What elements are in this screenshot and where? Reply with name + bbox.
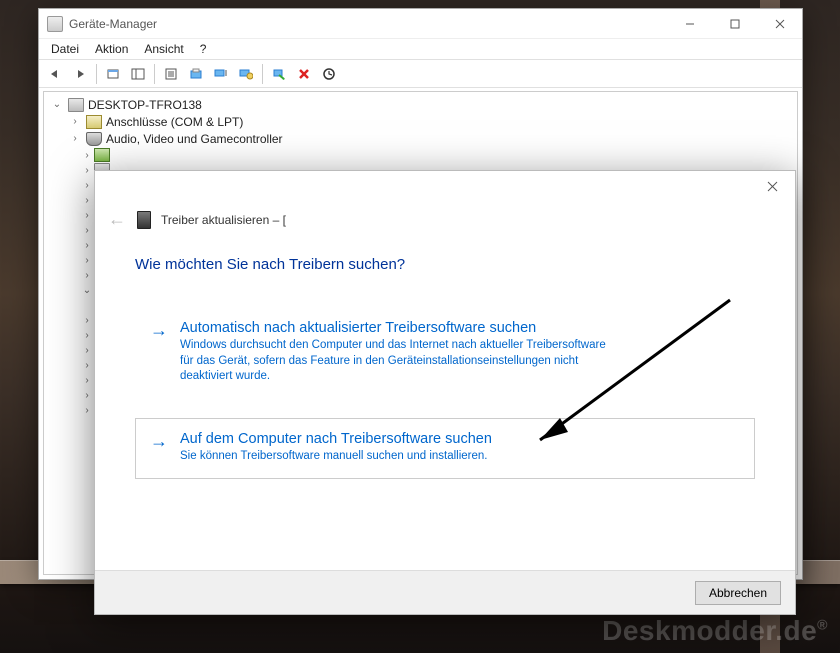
- close-button[interactable]: [757, 9, 802, 38]
- menu-help[interactable]: ?: [192, 40, 215, 58]
- toolbar-monitor-config-icon[interactable]: [234, 63, 258, 85]
- toolbar-back-icon[interactable]: [43, 63, 67, 85]
- toolbar-monitor-list-icon[interactable]: [209, 63, 233, 85]
- toolbar-uninstall-icon[interactable]: [292, 63, 316, 85]
- battery-icon: [94, 148, 110, 162]
- toolbar: [39, 60, 802, 88]
- option-browse-computer[interactable]: → Auf dem Computer nach Treibersoftware …: [135, 418, 755, 480]
- toolbar-panes-icon[interactable]: [126, 63, 150, 85]
- toolbar-refresh-icon[interactable]: [184, 63, 208, 85]
- dialog-crumb: Treiber aktualisieren – [: [161, 213, 286, 227]
- back-arrow-icon: ←: [107, 209, 127, 230]
- dialog-footer: Abbrechen: [95, 570, 795, 614]
- toolbar-forward-icon[interactable]: [68, 63, 92, 85]
- audio-icon: [86, 132, 102, 146]
- toolbar-properties-icon[interactable]: [159, 63, 183, 85]
- option-title: Automatisch nach aktualisierter Treibers…: [180, 320, 620, 336]
- device-icon: [137, 211, 151, 229]
- option-desc: Windows durchsucht den Computer und das …: [180, 338, 620, 385]
- window-title: Geräte-Manager: [69, 17, 667, 31]
- option-title: Auf dem Computer nach Treibersoftware su…: [180, 431, 492, 447]
- dialog-question: Wie möchten Sie nach Treibern suchen?: [135, 256, 755, 273]
- arrow-right-icon: →: [150, 320, 168, 339]
- ports-icon: [86, 115, 102, 129]
- watermark-text: Deskmodder.de®: [602, 615, 828, 647]
- app-icon: [47, 16, 63, 32]
- update-driver-dialog: ← Treiber aktualisieren – [ Wie möchten …: [94, 170, 796, 615]
- item-label: Audio, Video und Gamecontroller: [106, 132, 283, 146]
- expander-icon[interactable]: ⌄: [50, 99, 64, 110]
- option-desc: Sie können Treibersoftware manuell suche…: [180, 449, 492, 465]
- computer-icon: [68, 98, 84, 112]
- toolbar-scan-icon[interactable]: [267, 63, 291, 85]
- menu-file[interactable]: Datei: [43, 40, 87, 58]
- root-label: DESKTOP-TFRO138: [88, 98, 202, 112]
- tree-root[interactable]: ⌄ DESKTOP-TFRO138: [44, 96, 797, 113]
- minimize-button[interactable]: [667, 9, 712, 38]
- tree-item-audio[interactable]: › Audio, Video und Gamecontroller: [44, 130, 797, 147]
- menubar: Datei Aktion Ansicht ?: [39, 39, 802, 60]
- arrow-right-icon: →: [150, 431, 168, 450]
- cancel-button[interactable]: Abbrechen: [695, 581, 781, 605]
- item-label: Anschlüsse (COM & LPT): [106, 115, 243, 129]
- titlebar[interactable]: Geräte-Manager: [39, 9, 802, 39]
- expander-icon[interactable]: ›: [68, 116, 82, 127]
- tree-item-ports[interactable]: › Anschlüsse (COM & LPT): [44, 113, 797, 130]
- maximize-button[interactable]: [712, 9, 757, 38]
- expander-icon[interactable]: ›: [68, 133, 82, 144]
- menu-view[interactable]: Ansicht: [136, 40, 191, 58]
- menu-action[interactable]: Aktion: [87, 40, 136, 58]
- option-auto-search[interactable]: → Automatisch nach aktualisierter Treibe…: [135, 307, 755, 400]
- dialog-header: ← Treiber aktualisieren – [: [107, 209, 755, 230]
- toolbar-enable-icon[interactable]: [317, 63, 341, 85]
- toolbar-up-icon[interactable]: [101, 63, 125, 85]
